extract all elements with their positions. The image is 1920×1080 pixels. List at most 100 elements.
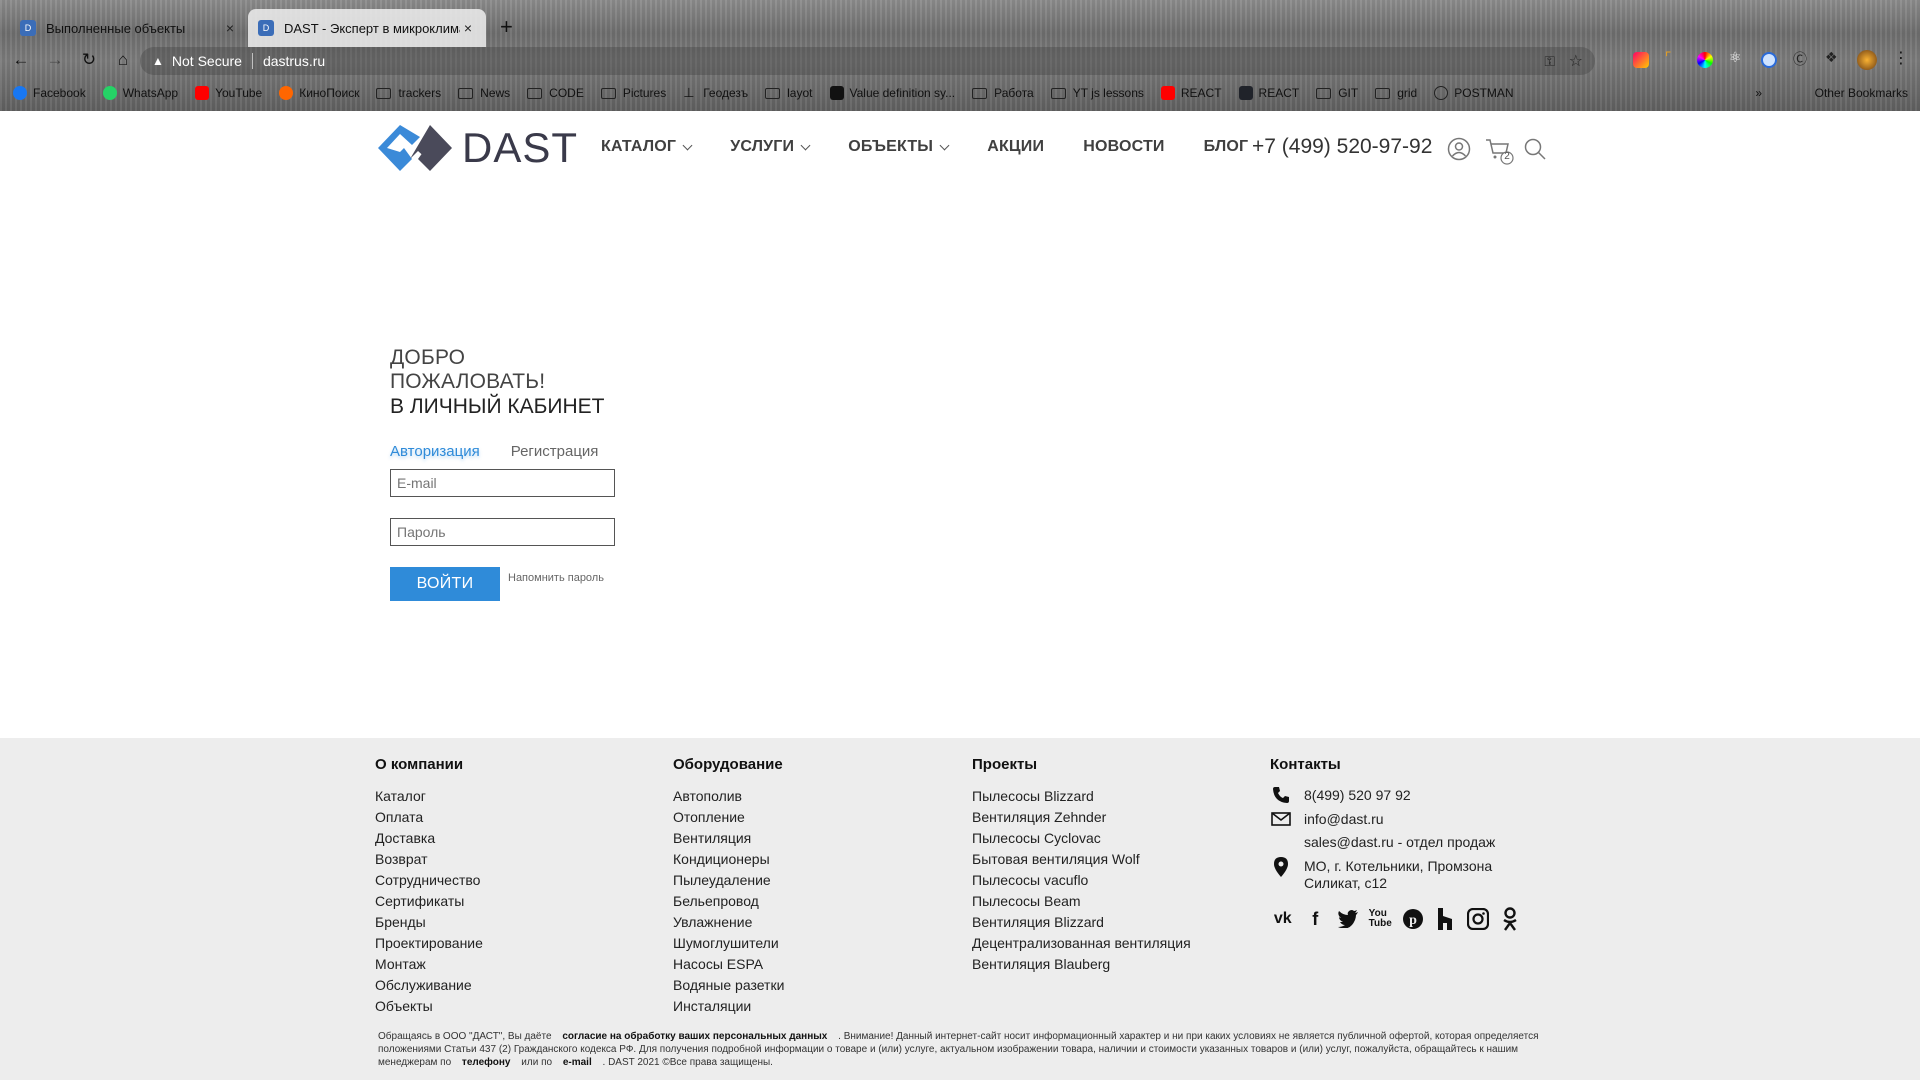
footer-link[interactable]: Пылесосы vacuflo [972,870,1191,891]
footer-link[interactable]: Доставка [375,828,483,849]
footer-link[interactable]: Вентиляция Blauberg [972,954,1191,975]
reload-icon[interactable]: ↻ [76,47,102,73]
close-tab-icon[interactable]: × [460,20,476,36]
houzz-icon[interactable] [1433,906,1459,932]
footer-link[interactable]: Объекты [375,996,483,1017]
bookmark-facebook[interactable]: Facebook [13,86,86,100]
search-icon[interactable] [1523,137,1547,166]
twitter-icon[interactable] [1335,906,1361,932]
footer-link[interactable]: Инсталяции [673,996,784,1017]
nav-services[interactable]: УСЛУГИ [730,138,811,156]
footer-link[interactable]: Вентиляция Blizzard [972,912,1191,933]
footer-link[interactable]: Каталог [375,786,483,807]
footer-link[interactable]: Проектирование [375,933,483,954]
browser-tab-objects[interactable]: D Выполненные объекты × [10,9,248,47]
facebook-icon[interactable]: f [1303,906,1329,932]
extension-c-icon[interactable]: Ⓒ [1793,49,1809,67]
consent-link[interactable]: согласие на обработку ваших персональных… [554,1031,835,1042]
footer-link[interactable]: Вентиляция Zehnder [972,807,1191,828]
footer-link[interactable]: Водяные разетки [673,975,784,996]
footer-link[interactable]: Обслуживание [375,975,483,996]
footer-link[interactable]: Пылеудаление [673,870,784,891]
footer-link[interactable]: Децентрализованная вентиляция [972,933,1191,954]
close-tab-icon[interactable]: × [222,20,238,36]
odnoklassniki-icon[interactable] [1498,906,1524,932]
bookmark-layot[interactable]: layot [765,86,813,100]
footer-link[interactable]: Монтаж [375,954,483,975]
nav-blog[interactable]: БЛОГ [1204,138,1249,156]
more-bookmarks-icon[interactable]: » [1755,86,1762,100]
footer-link[interactable]: Сертификаты [375,891,483,912]
footer-link[interactable]: Кондиционеры [673,849,784,870]
nav-objects[interactable]: ОБЪЕКТЫ [848,138,950,156]
bookmark-geodez[interactable]: ⊥ Геодезъ [683,86,748,101]
footer-link[interactable]: Бельепровод [673,891,784,912]
site-logo[interactable]: DAST [374,121,578,175]
footer-link[interactable]: Пылесосы Blizzard [972,786,1191,807]
bookmark-postman[interactable]: POSTMAN [1434,86,1514,100]
puzzle-icon[interactable]: ❖ [1825,49,1841,65]
forward-arrow-icon[interactable]: → [42,47,68,73]
extension-icon[interactable] [1633,52,1649,68]
bookmark-rabota[interactable]: Работа [972,86,1034,100]
address-bar[interactable]: ▲ Not Secure dastrus.ru ⚿ ☆ [140,47,1595,75]
footer-link[interactable]: Автополив [673,786,784,807]
footer-link[interactable]: Пылесосы Beam [972,891,1191,912]
extension-ruler-icon[interactable]: ⌜ [1665,49,1681,65]
nav-promotions[interactable]: АКЦИИ [987,138,1044,156]
contact-email-text[interactable]: info@dast.ru [1304,811,1384,827]
youtube-icon[interactable]: You Tube [1368,906,1394,932]
bookmark-kinopoisk[interactable]: КиноПоиск [279,86,359,100]
react-devtools-icon[interactable]: ⚛ [1729,49,1745,65]
home-icon[interactable]: ⌂ [110,47,136,73]
footer-link[interactable]: Бренды [375,912,483,933]
back-arrow-icon[interactable]: ← [8,47,34,73]
bookmark-news[interactable]: News [458,86,510,100]
new-tab-button[interactable]: + [500,14,513,40]
tab-register[interactable]: Регистрация [511,443,599,461]
color-picker-icon[interactable] [1697,52,1713,68]
footer-link[interactable]: Увлажнение [673,912,784,933]
bookmark-value-definition[interactable]: Value definition sy... [829,86,955,100]
vk-icon[interactable]: vk [1270,906,1296,932]
footer-link[interactable]: Возврат [375,849,483,870]
nav-catalog[interactable]: КАТАЛОГ [601,138,693,156]
bookmark-grid[interactable]: grid [1375,86,1417,100]
user-icon[interactable] [1447,137,1471,166]
pinterest-icon[interactable]: p [1400,906,1426,932]
other-bookmarks[interactable]: Other Bookmarks [1815,86,1908,100]
remind-password-link[interactable]: Напомнить пароль [508,572,604,584]
phone-link[interactable]: телефону [454,1057,519,1068]
extension-circle-icon[interactable] [1761,52,1777,68]
bookmark-code[interactable]: CODE [527,86,584,100]
footer-link[interactable]: Оплата [375,807,483,828]
bookmark-react-yt[interactable]: REACT [1160,86,1222,100]
cart-icon[interactable]: 2 [1485,137,1515,172]
bookmark-react[interactable]: REACT [1238,86,1299,100]
bookmark-trackers[interactable]: trackers [376,86,441,100]
contact-phone-text[interactable]: 8(499) 520 97 92 [1304,787,1411,803]
contact-sales-text[interactable]: sales@dast.ru - отдел продаж [1304,834,1495,850]
bookmark-pictures[interactable]: Pictures [600,86,666,100]
footer-link[interactable]: Шумоглушители [673,933,784,954]
password-field[interactable] [390,518,615,546]
tab-login[interactable]: Авторизация [390,443,480,461]
footer-link[interactable]: Насосы ESPA [673,954,784,975]
browser-tab-dast[interactable]: D DAST - Эксперт в микроклимате × [248,9,486,47]
bookmark-youtube[interactable]: YouTube [195,86,262,100]
footer-link[interactable]: Бытовая вентиляция Wolf [972,849,1191,870]
footer-link[interactable]: Пылесосы Cyclovac [972,828,1191,849]
email-field[interactable] [390,469,615,497]
email-link[interactable]: e-mail [555,1057,600,1068]
bookmark-git[interactable]: GIT [1316,86,1358,100]
nav-news[interactable]: НОВОСТИ [1083,138,1164,156]
header-phone[interactable]: +7 (499) 520-97-92 [1252,135,1432,159]
avatar[interactable] [1857,50,1877,70]
bookmark-whatsapp[interactable]: WhatsApp [102,86,178,100]
footer-link[interactable]: Вентиляция [673,828,784,849]
bookmark-yt-js[interactable]: YT js lessons [1050,86,1144,100]
footer-link[interactable]: Отопление [673,807,784,828]
instagram-icon[interactable] [1465,906,1491,932]
login-button[interactable]: ВОЙТИ [390,567,500,601]
menu-kebab-icon[interactable]: ⋮ [1893,48,1909,67]
